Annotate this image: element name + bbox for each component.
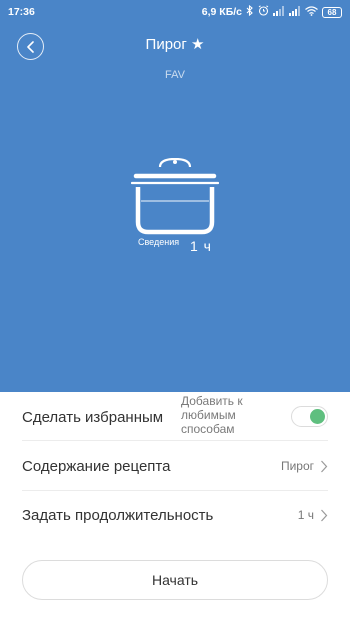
signal-icon	[273, 5, 285, 19]
favorite-toggle[interactable]	[291, 406, 328, 427]
chevron-right-icon	[321, 460, 328, 472]
wifi-icon	[305, 5, 318, 19]
pot-icon	[131, 158, 219, 235]
recipe-value-group: Пирог	[281, 459, 328, 473]
recipe-label: Содержание рецепта	[22, 457, 171, 475]
start-button[interactable]: Начать	[22, 560, 328, 600]
signal-icon-2	[289, 5, 301, 19]
network-speed: 6,9 КБ/с	[201, 6, 242, 18]
duration-label: Задать продолжительность	[22, 506, 214, 524]
hero-panel: 17:36 6,9 КБ/с 68 Пирог ★ FAV Сведения 1…	[0, 0, 350, 392]
page-title: Пирог ★	[145, 36, 205, 53]
favorite-label: Сделать избранным	[22, 408, 164, 426]
mode-label: Сведения	[138, 237, 180, 247]
favorite-hint: Добавить к любимым способам	[181, 394, 243, 436]
favorite-row: Сделать избранным	[22, 392, 328, 442]
status-time: 17:36	[8, 6, 35, 18]
chevron-right-icon	[321, 509, 328, 521]
battery-icon: 68	[322, 6, 342, 18]
duration-value: 1 ч	[297, 508, 314, 522]
toggle-knob	[310, 409, 325, 424]
page-subtitle: FAV	[165, 69, 185, 81]
bluetooth-icon	[246, 4, 254, 19]
alarm-icon	[258, 5, 269, 19]
duration-row[interactable]: Задать продолжительность 1 ч	[22, 490, 328, 540]
mode-time: 1 ч	[190, 238, 212, 254]
status-bar: 17:36 6,9 КБ/с 68	[0, 0, 350, 24]
duration-value-group: 1 ч	[298, 508, 328, 522]
recipe-row[interactable]: Содержание рецепта Пирог	[22, 441, 328, 491]
status-icons: 6,9 КБ/с 68	[201, 4, 342, 19]
recipe-value: Пирог	[280, 459, 314, 473]
